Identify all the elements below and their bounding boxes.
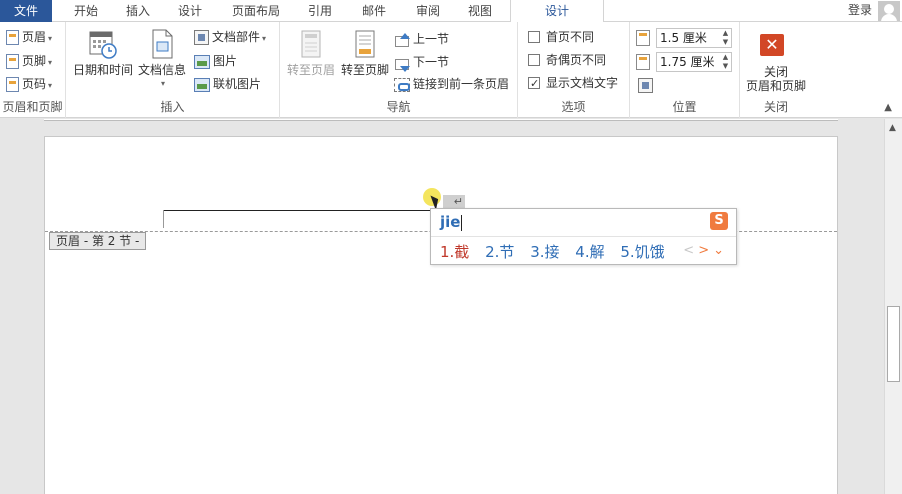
different-odd-even-checkbox[interactable]: 奇偶页不同 <box>528 50 606 70</box>
goto-header-icon <box>301 30 321 58</box>
header-button[interactable]: 页眉 ▾ <box>6 26 52 48</box>
group-label-navigation: 导航 <box>386 100 411 114</box>
stepper-arrows-icon[interactable]: ▲ ▼ <box>720 29 731 47</box>
group-label-position: 位置 <box>672 100 697 114</box>
ribbon: 页眉 ▾ 页脚 ▾ 页码 ▾ 页眉和页脚 日期和时间 文档信息 ▾ 文档部件 ▾… <box>0 22 902 118</box>
ime-candidate[interactable]: 5.饥饿 <box>620 241 664 262</box>
goto-footer-icon <box>355 30 375 58</box>
chevron-down-icon: ▾ <box>48 58 53 67</box>
stepper-arrows-icon[interactable]: ▲ ▼ <box>720 53 731 71</box>
different-first-page-checkbox[interactable]: 首页不同 <box>528 27 594 47</box>
group-label-header-footer: 页眉和页脚 <box>2 100 63 114</box>
previous-section-button[interactable]: 上一节 <box>394 28 449 50</box>
sogou-logo-icon[interactable]: S <box>710 212 728 230</box>
ime-candidate[interactable]: 2.节 <box>485 241 514 262</box>
ime-candidate[interactable]: 1.截 <box>440 241 469 262</box>
doc-info-button[interactable]: 文档信息 ▾ <box>136 28 188 91</box>
checkbox-checked-icon <box>528 74 540 94</box>
doc-parts-icon <box>194 30 209 45</box>
chevron-down-icon[interactable]: ⌄ <box>713 243 728 258</box>
scroll-up-icon[interactable]: ▲ <box>889 123 896 133</box>
tab-file[interactable]: 文件 <box>0 0 52 22</box>
alignment-tab-icon <box>638 78 653 93</box>
tab-review[interactable]: 审阅 <box>404 0 452 22</box>
footer-button[interactable]: 页脚 ▾ <box>6 50 52 72</box>
text-caret <box>461 214 463 231</box>
arrow-up-icon <box>394 32 410 47</box>
ime-divider <box>431 236 736 237</box>
chevron-down-icon: ▾ <box>160 79 165 88</box>
document-info-icon <box>152 29 173 59</box>
chevron-left-icon[interactable]: < <box>683 243 698 258</box>
login-link[interactable]: 登录 <box>848 0 872 20</box>
collapse-ribbon-icon[interactable]: ▲ <box>884 102 892 113</box>
tab-home[interactable]: 开始 <box>62 0 110 22</box>
ime-composition: jie <box>440 213 463 231</box>
header-border-line <box>163 210 435 211</box>
ime-candidate[interactable]: 3.接 <box>530 241 559 262</box>
group-header-footer: 页眉 ▾ 页脚 ▾ 页码 ▾ 页眉和页脚 <box>0 22 66 118</box>
ime-candidate[interactable]: 4.解 <box>575 241 604 262</box>
group-close: ✕ 关闭 页眉和页脚 关闭 <box>740 22 812 118</box>
group-label-insert: 插入 <box>160 100 185 114</box>
ime-candidate-window[interactable]: jie S 1.截 2.节 3.接 4.解 5.饥饿 <>⌄ <box>430 208 737 265</box>
insert-alignment-tab-button[interactable] <box>638 74 656 96</box>
checkbox-icon <box>528 53 540 66</box>
paragraph-mark: ↵ <box>443 195 465 209</box>
chevron-down-icon: ▾ <box>48 34 53 43</box>
tab-references[interactable]: 引用 <box>296 0 344 22</box>
group-navigation: 转至页眉 转至页脚 上一节 下一节 链接到前一条页眉 导航 <box>280 22 518 118</box>
calendar-clock-icon <box>89 31 117 59</box>
link-to-previous-button[interactable]: 链接到前一条页眉 <box>394 73 509 95</box>
vertical-scrollbar[interactable]: ▲ <box>884 119 902 494</box>
footer-from-bottom-stepper[interactable]: 1.75 厘米 ▲ ▼ <box>636 52 736 72</box>
link-icon <box>394 77 410 92</box>
tab-insert[interactable]: 插入 <box>114 0 162 22</box>
picture-button[interactable]: 图片 <box>194 50 237 72</box>
tab-header-footer-design[interactable]: 设计 <box>510 0 604 23</box>
header-from-top-stepper[interactable]: 1.5 厘米 ▲ ▼ <box>636 28 736 48</box>
chevron-right-icon[interactable]: > <box>698 243 713 258</box>
page-number-icon <box>6 77 19 92</box>
footer-icon <box>6 54 19 69</box>
group-insert: 日期和时间 文档信息 ▾ 文档部件 ▾ 图片 联机图片 插入 <box>66 22 280 118</box>
header-position-icon <box>636 30 650 46</box>
document-area[interactable]: ↵ 页眉 - 第 2 节 - <box>0 119 884 494</box>
group-options: 首页不同 奇偶页不同 显示文档文字 选项 <box>518 22 630 118</box>
group-position: 1.5 厘米 ▲ ▼ 1.75 厘米 ▲ ▼ 位置 <box>630 22 740 118</box>
tab-page-layout[interactable]: 页面布局 <box>222 0 290 22</box>
picture-icon <box>194 54 210 69</box>
footer-position-icon <box>636 54 650 70</box>
doc-parts-button[interactable]: 文档部件 ▾ <box>194 26 266 48</box>
tab-mailings[interactable]: 邮件 <box>350 0 398 22</box>
next-section-button[interactable]: 下一节 <box>394 51 449 73</box>
group-label-options: 选项 <box>561 100 586 114</box>
document-page[interactable]: ↵ 页眉 - 第 2 节 - <box>44 136 838 494</box>
tab-design-doc[interactable]: 设计 <box>166 0 214 22</box>
arrow-down-icon <box>394 56 410 72</box>
tab-view[interactable]: 视图 <box>456 0 504 22</box>
goto-header-button[interactable]: 转至页眉 <box>284 28 338 77</box>
header-margin-tick <box>163 210 164 228</box>
chevron-down-icon: ▾ <box>48 81 53 90</box>
ime-candidate-list: 1.截 2.节 3.接 4.解 5.饥饿 <box>440 241 676 262</box>
scrollbar-thumb[interactable] <box>887 306 900 382</box>
close-icon: ✕ <box>760 34 784 56</box>
goto-footer-button[interactable]: 转至页脚 <box>338 28 392 77</box>
page-number-button[interactable]: 页码 ▾ <box>6 73 52 95</box>
header-section-tag: 页眉 - 第 2 节 - <box>49 232 147 250</box>
show-document-text-checkbox[interactable]: 显示文档文字 <box>528 73 618 94</box>
online-picture-icon <box>194 77 210 92</box>
ime-page-nav: <>⌄ <box>683 243 728 258</box>
checkbox-icon <box>528 30 540 43</box>
group-label-close: 关闭 <box>763 100 788 114</box>
previous-page-bottom <box>44 119 838 121</box>
header-icon <box>6 30 19 45</box>
online-picture-button[interactable]: 联机图片 <box>194 73 261 95</box>
avatar[interactable] <box>878 1 900 21</box>
ribbon-tab-bar: 文件 开始 插入 设计 页面布局 引用 邮件 审阅 视图 设计 登录 <box>0 0 902 23</box>
close-header-footer-button[interactable]: ✕ 关闭 页眉和页脚 <box>740 22 812 96</box>
chevron-down-icon: ▾ <box>262 34 267 43</box>
date-time-button[interactable]: 日期和时间 <box>72 28 134 77</box>
